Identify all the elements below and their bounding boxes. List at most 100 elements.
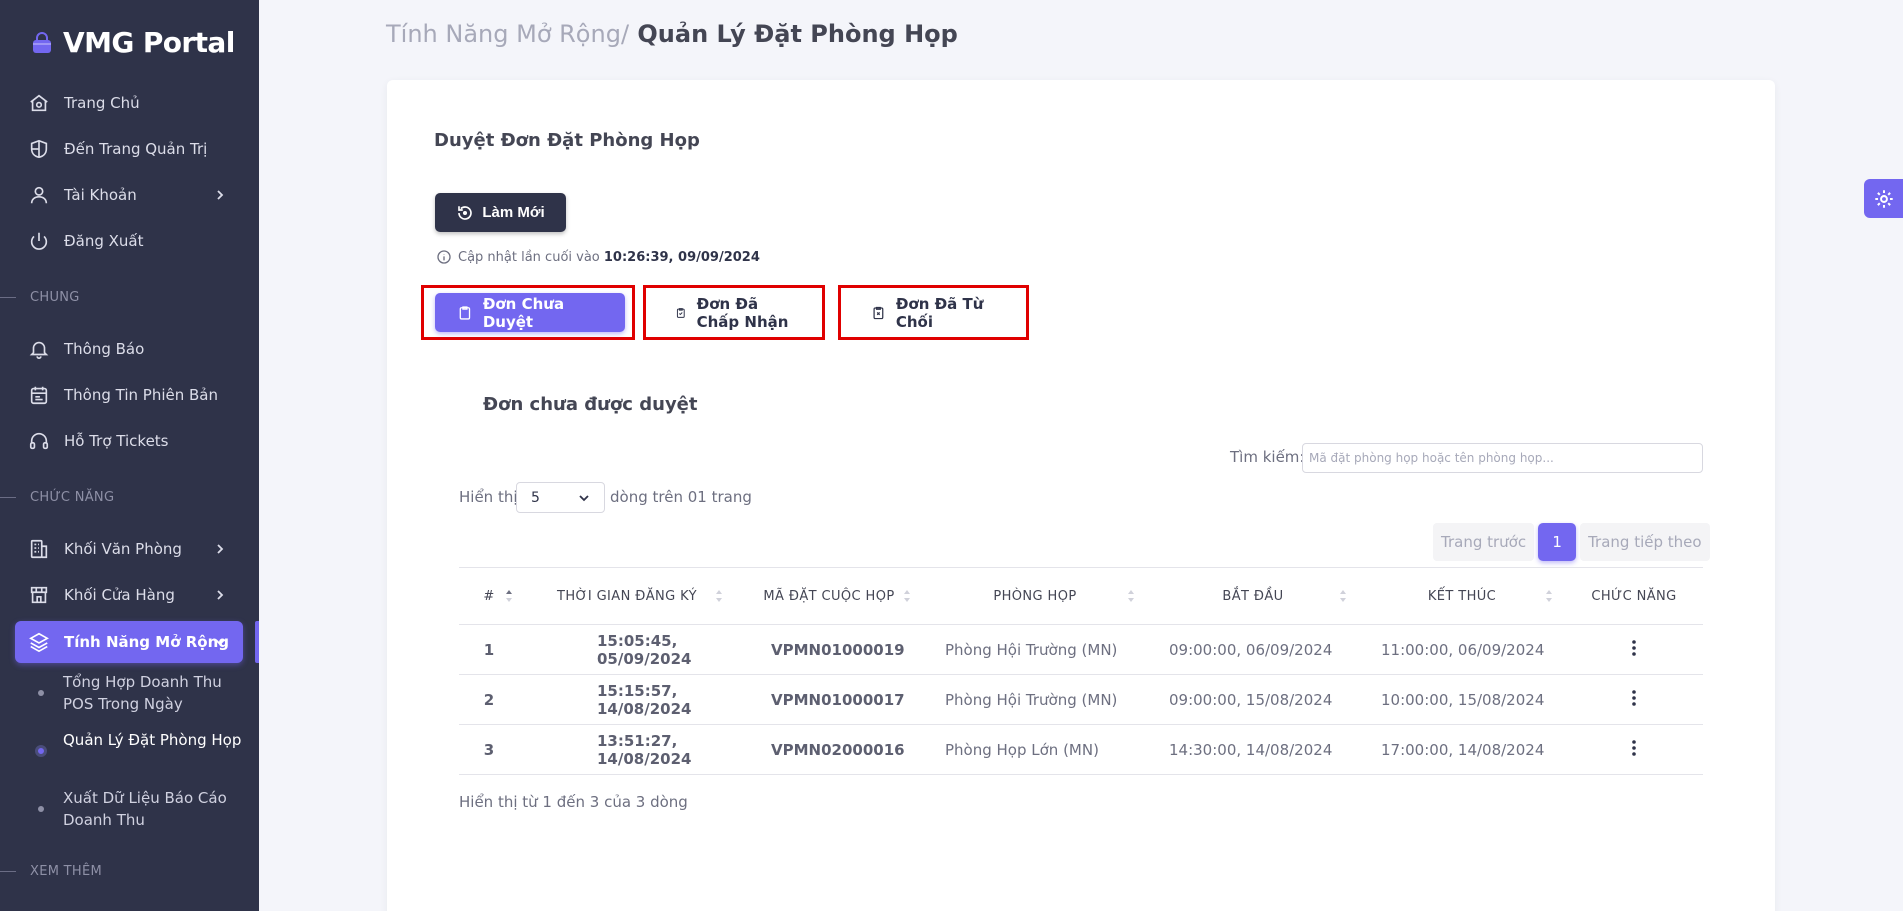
sidebar-subitem-pos-revenue[interactable]: Tổng Hợp Doanh Thu POS Trong Ngày [63, 671, 243, 715]
refresh-button[interactable]: Làm Mới [435, 193, 566, 232]
sidebar-item-label: Khối Văn Phòng [64, 540, 182, 558]
clipboard-x-icon [873, 306, 884, 319]
cell-start: 09:00:00, 06/09/2024 [1169, 640, 1333, 659]
col-header-actions: CHỨC NĂNG [1591, 588, 1677, 604]
chevron-right-icon [217, 590, 224, 600]
col-header-index[interactable]: # [459, 568, 519, 625]
sidebar-item-label: Đăng Xuất [64, 232, 144, 250]
search-input[interactable] [1302, 443, 1703, 473]
length-prefix: Hiển thị [459, 488, 518, 506]
chevron-right-icon [217, 544, 224, 554]
section-functions: CHỨC NĂNG [0, 490, 114, 505]
search-label: Tìm kiếm: [1230, 448, 1305, 466]
cell-start: 09:00:00, 15/08/2024 [1169, 690, 1333, 709]
cell-room: Phòng Họp Lớn (MN) [945, 740, 1099, 759]
cell-index: 2 [483, 690, 495, 709]
sort-icon [904, 590, 910, 602]
sidebar-subitem-export-revenue[interactable]: Xuất Dữ Liệu Báo Cáo Doanh Thu [63, 787, 243, 831]
tab-rejected[interactable]: Đơn Đã Từ Chối [849, 293, 1025, 332]
clipboard-check-icon [676, 307, 685, 318]
sub-item-dot-active [35, 745, 47, 757]
brand-logo[interactable]: VMG Portal [30, 26, 235, 59]
home-icon [30, 94, 48, 112]
building-icon [30, 539, 48, 559]
card-title: Duyệt Đơn Đặt Phòng Họp [434, 130, 700, 151]
calendar-icon [30, 386, 48, 405]
cell-actions [1565, 725, 1703, 775]
pagination: Trang trước 1 Trang tiếp theo [1433, 523, 1710, 561]
col-header-start[interactable]: BẮT ĐẦU [1147, 568, 1359, 625]
next-page-button[interactable]: Trang tiếp theo [1580, 523, 1710, 561]
kebab-icon[interactable] [1632, 689, 1636, 706]
sidebar-item-account[interactable]: Tài Khoản [28, 183, 137, 207]
cell-end: 11:00:00, 06/09/2024 [1381, 640, 1545, 659]
last-updated-time: 10:26:39, 09/09/2024 [603, 249, 760, 265]
sidebar-item-label: Tính Năng Mở Rộng [64, 633, 229, 651]
sort-icon [1128, 590, 1134, 602]
sidebar-item-version[interactable]: Thông Tin Phiên Bản [28, 383, 218, 407]
store-icon [30, 586, 48, 604]
page-title: Quản Lý Đặt Phòng Họp [629, 20, 958, 48]
tab-accepted[interactable]: Đơn Đã Chấp Nhận [653, 293, 821, 332]
sort-icon [1546, 590, 1552, 602]
sidebar-item-office[interactable]: Khối Văn Phòng [28, 537, 182, 561]
layers-icon [29, 632, 49, 653]
col-header-end[interactable]: KẾT THÚC [1359, 568, 1565, 625]
cell-start: 14:30:00, 14/08/2024 [1169, 740, 1333, 759]
cell-registered: 13:51:27, 14/08/2024 [597, 731, 692, 768]
cell-end: 17:00:00, 14/08/2024 [1381, 740, 1545, 759]
bag-icon [33, 31, 51, 53]
sidebar-subitem-meeting-booking[interactable]: Quản Lý Đặt Phòng Họp [63, 729, 243, 751]
cell-actions [1565, 625, 1703, 675]
breadcrumb-parent[interactable]: Tính Năng Mở Rộng/ [386, 20, 629, 48]
sidebar: VMG Portal Trang Chủ Đến Trang Quản Trị … [0, 0, 259, 911]
sidebar-item-notifications[interactable]: Thông Báo [28, 337, 144, 361]
chevron-right-icon [217, 190, 224, 200]
sidebar-item-extensions[interactable]: Tính Năng Mở Rộng [28, 630, 229, 654]
sidebar-item-home[interactable]: Trang Chủ [28, 91, 140, 115]
sidebar-item-label: Khối Cửa Hàng [64, 586, 175, 604]
gear-icon [1874, 189, 1893, 208]
sidebar-item-label: Hỗ Trợ Tickets [64, 432, 169, 450]
cell-index: 1 [483, 640, 495, 659]
cell-actions [1565, 675, 1703, 725]
cell-code: VPMN02000016 [771, 740, 905, 759]
col-header-registered[interactable]: THỜI GIAN ĐĂNG KÝ [519, 568, 735, 625]
last-updated: Cập nhật lần cuối vào 10:26:39, 09/09/20… [436, 249, 760, 265]
page-1-button[interactable]: 1 [1538, 523, 1577, 561]
chevron-down-icon [579, 494, 589, 501]
sidebar-item-label: Thông Báo [64, 340, 145, 358]
customizer-toggle[interactable] [1864, 179, 1903, 218]
cell-registered: 15:05:45, 05/09/2024 [597, 631, 692, 668]
length-suffix: dòng trên 01 trang [610, 488, 752, 506]
power-icon [30, 232, 48, 250]
table-row: 2 15:15:57, 14/08/2024 VPMN01000017 Phòn… [459, 675, 1703, 725]
shield-icon [30, 139, 48, 159]
sort-icon [506, 590, 512, 602]
headset-icon [29, 432, 49, 450]
sidebar-item-store[interactable]: Khối Cửa Hàng [28, 583, 175, 607]
sort-icon [716, 590, 722, 602]
page-length-select[interactable]: 5 [516, 482, 605, 513]
section-subtitle: Đơn chưa được duyệt [483, 394, 698, 415]
brand-name: VMG Portal [63, 26, 235, 59]
table-row: 3 13:51:27, 14/08/2024 VPMN02000016 Phòn… [459, 725, 1703, 775]
bell-icon [29, 341, 49, 359]
kebab-icon[interactable] [1632, 639, 1636, 656]
sidebar-item-logout[interactable]: Đăng Xuất [28, 229, 143, 253]
sidebar-item-tickets[interactable]: Hỗ Trợ Tickets [28, 429, 169, 453]
bookings-table: # THỜI GIAN ĐĂNG KÝ MÃ ĐẶT CUỘC HỌP PHÒN… [459, 567, 1703, 775]
col-header-room[interactable]: PHÒNG HỌP [923, 568, 1147, 625]
sidebar-item-label: Thông Tin Phiên Bản [64, 386, 218, 404]
section-more: XEM THÊM [0, 864, 102, 879]
tab-pending[interactable]: Đơn Chưa Duyệt [435, 293, 625, 332]
prev-page-button[interactable]: Trang trước [1433, 523, 1535, 561]
refresh-label: Làm Mới [482, 204, 545, 221]
table-row: 1 15:05:45, 05/09/2024 VPMN01000019 Phòn… [459, 625, 1703, 675]
sidebar-item-admin[interactable]: Đến Trang Quản Trị [28, 137, 207, 161]
kebab-icon[interactable] [1632, 739, 1636, 756]
table-header-row: # THỜI GIAN ĐĂNG KÝ MÃ ĐẶT CUỘC HỌP PHÒN… [459, 567, 1703, 625]
sidebar-item-label: Trang Chủ [64, 94, 140, 112]
cell-index: 3 [483, 740, 495, 759]
col-header-code[interactable]: MÃ ĐẶT CUỘC HỌP [735, 568, 923, 625]
